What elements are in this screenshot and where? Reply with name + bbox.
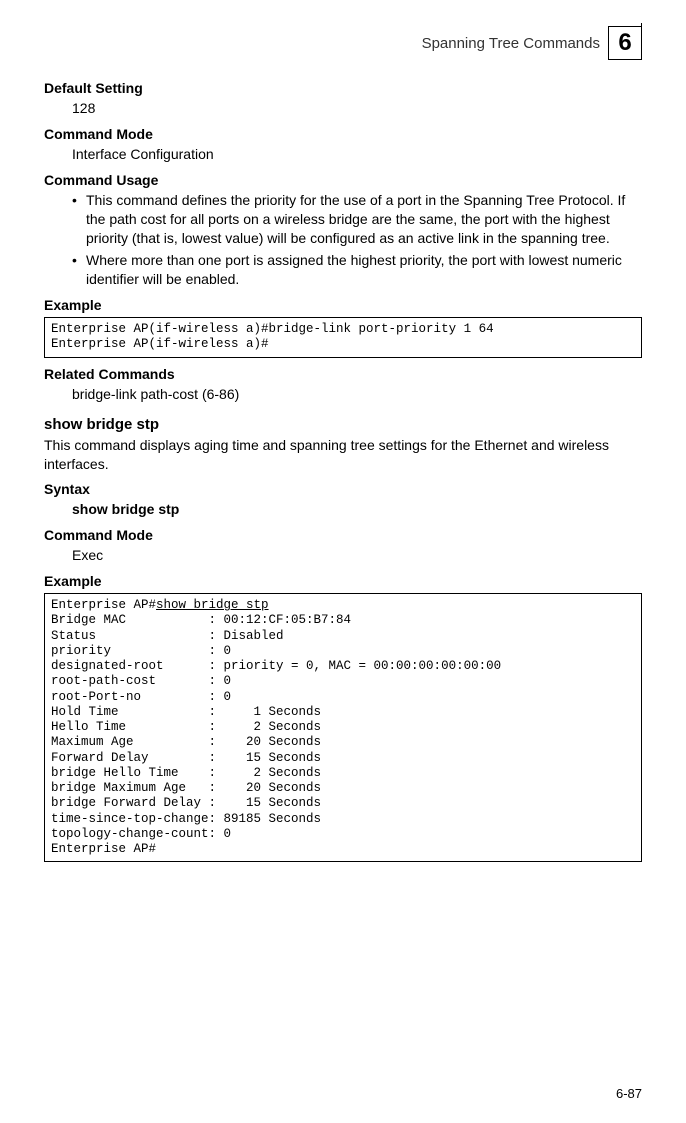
command-mode-1-title: Command Mode	[44, 126, 642, 142]
code-prompt-command: show bridge stp	[156, 598, 269, 612]
chapter-number-box: 6	[608, 26, 642, 60]
command-usage-title: Command Usage	[44, 172, 642, 188]
command-mode-2-title: Command Mode	[44, 527, 642, 543]
list-item: • Where more than one port is assigned t…	[72, 251, 642, 289]
code-body: Bridge MAC : 00:12:CF:05:B7:84 Status : …	[51, 613, 501, 856]
syntax-title: Syntax	[44, 481, 642, 497]
bullet-text: Where more than one port is assigned the…	[86, 251, 642, 289]
default-setting-value: 128	[72, 99, 642, 118]
list-item: • This command defines the priority for …	[72, 191, 642, 248]
bullet-text: This command defines the priority for th…	[86, 191, 642, 248]
command-description: This command displays aging time and spa…	[44, 436, 642, 474]
example-2-code: Enterprise AP#show bridge stp Bridge MAC…	[44, 593, 642, 862]
command-usage-list: • This command defines the priority for …	[72, 191, 642, 289]
related-commands-value: bridge-link path-cost (6-86)	[72, 385, 642, 404]
command-mode-2-value: Exec	[72, 546, 642, 565]
bullet-icon: •	[72, 251, 86, 289]
page-header: Spanning Tree Commands 6	[44, 26, 642, 60]
command-mode-1-value: Interface Configuration	[72, 145, 642, 164]
header-section-title: Spanning Tree Commands	[422, 35, 600, 52]
default-setting-title: Default Setting	[44, 80, 642, 96]
page-number: 6-87	[616, 1086, 642, 1101]
bullet-icon: •	[72, 191, 86, 248]
example-1-code: Enterprise AP(if-wireless a)#bridge-link…	[44, 317, 642, 358]
example-1-title: Example	[44, 297, 642, 313]
syntax-value: show bridge stp	[72, 500, 642, 519]
page-container: Spanning Tree Commands 6 Default Setting…	[0, 0, 686, 1123]
chapter-number: 6	[618, 29, 631, 57]
command-name-title: show bridge stp	[44, 416, 642, 433]
example-2-title: Example	[44, 573, 642, 589]
related-commands-title: Related Commands	[44, 366, 642, 382]
code-prompt-prefix: Enterprise AP#	[51, 598, 156, 612]
